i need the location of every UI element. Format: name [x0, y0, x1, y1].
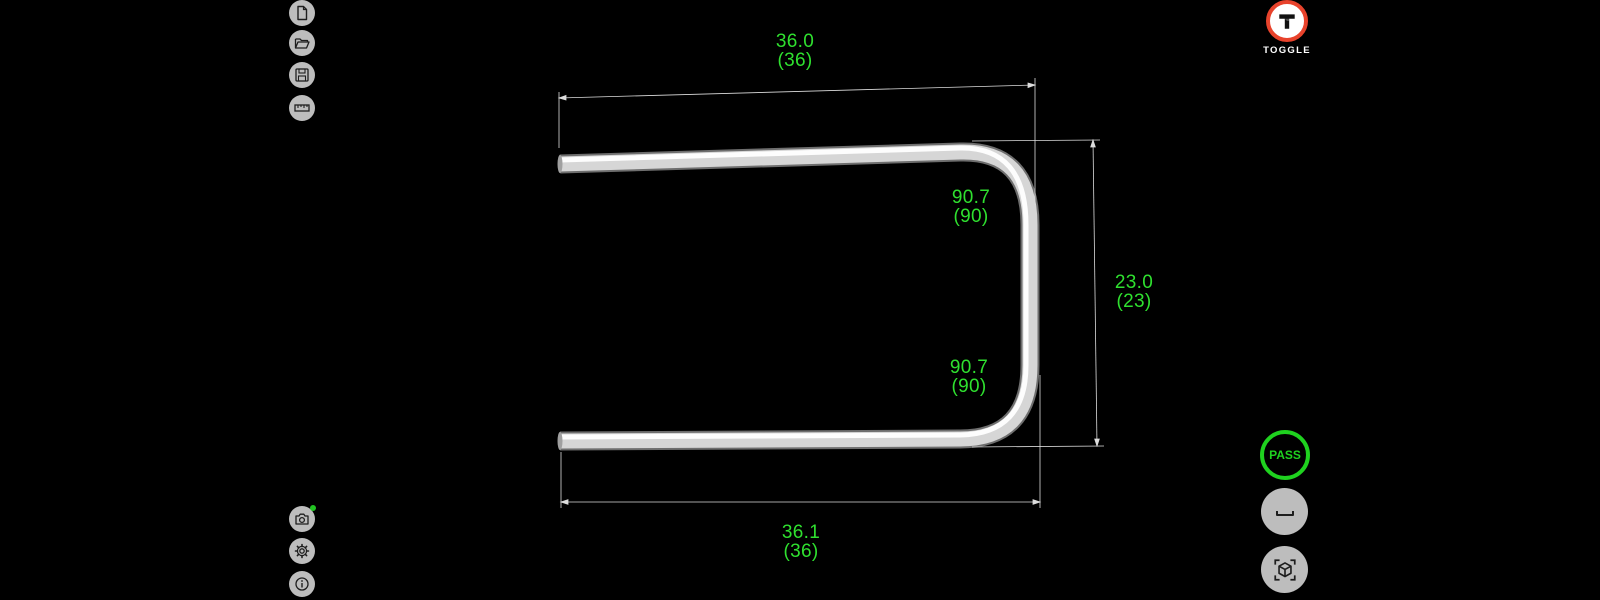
save-button[interactable]: [289, 62, 315, 88]
info-icon: [295, 577, 309, 591]
upper-bend-nominal: (90): [953, 206, 989, 227]
camera-status-dot: [310, 505, 316, 511]
right-height-dimension: 23.0 (23): [1104, 273, 1164, 311]
settings-button[interactable]: [289, 538, 315, 564]
lower-bend-nominal: (90): [951, 376, 987, 397]
3d-cube-icon: [1273, 558, 1296, 581]
new-file-button[interactable]: [289, 0, 315, 26]
toggle-logo: TOGGLE: [1257, 0, 1317, 56]
info-button[interactable]: [289, 571, 315, 597]
file-icon: [297, 5, 308, 21]
camera-icon: [295, 513, 309, 525]
measure-button[interactable]: [289, 95, 315, 121]
bottom-length-nominal: (36): [783, 541, 819, 562]
bottom-length-measured: 36.1: [781, 522, 821, 543]
top-length-measured: 36.0: [775, 31, 815, 52]
flat-view-icon: [1275, 510, 1294, 516]
flat-view-button[interactable]: [1261, 488, 1308, 535]
right-height-measured: 23.0: [1114, 272, 1154, 293]
pass-status-button[interactable]: PASS: [1260, 430, 1310, 480]
logo-t-icon: [1279, 14, 1295, 29]
top-length-nominal: (36): [777, 50, 813, 71]
logo-ring: [1266, 0, 1308, 42]
gear-icon: [294, 543, 310, 559]
bottom-length-dimension: 36.1 (36): [771, 523, 831, 561]
open-folder-button[interactable]: [289, 30, 315, 56]
right-height-nominal: (23): [1116, 291, 1152, 312]
camera-button[interactable]: [289, 505, 316, 532]
upper-bend-angle: 90.7 (90): [941, 188, 1001, 226]
viewport-canvas[interactable]: [0, 0, 1600, 600]
folder-open-icon: [294, 38, 310, 49]
pass-status-label: PASS: [1269, 448, 1301, 462]
top-length-dimension: 36.0 (36): [765, 32, 825, 70]
ruler-icon: [294, 104, 310, 112]
lower-bend-angle: 90.7 (90): [939, 358, 999, 396]
save-icon: [295, 68, 309, 82]
3d-view-button[interactable]: [1261, 546, 1308, 593]
logo-text: TOGGLE: [1263, 45, 1311, 56]
upper-bend-measured: 90.7: [951, 187, 991, 208]
lower-bend-measured: 90.7: [949, 357, 989, 378]
